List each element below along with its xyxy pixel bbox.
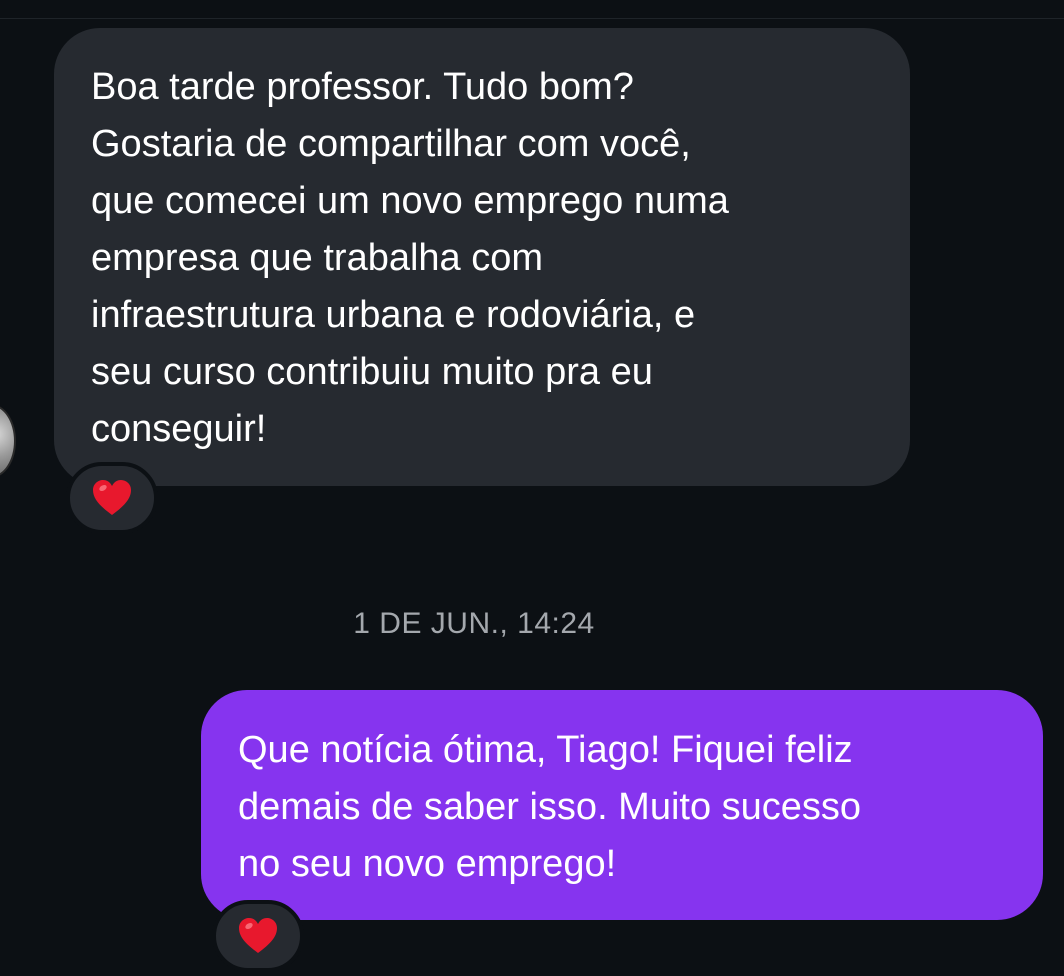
received-message-reaction[interactable] bbox=[66, 462, 158, 534]
sender-avatar[interactable] bbox=[0, 404, 16, 478]
sent-message-bubble[interactable]: Que notícia ótima, Tiago! Fiquei feliz d… bbox=[201, 690, 1043, 920]
message-timestamp: 1 DE JUN., 14:24 bbox=[353, 607, 595, 640]
heart-icon bbox=[93, 480, 131, 515]
received-message-bubble[interactable]: Boa tarde professor. Tudo bom? Gostaria … bbox=[54, 28, 910, 486]
sent-message-reaction[interactable] bbox=[212, 900, 304, 972]
header-divider bbox=[0, 18, 1064, 19]
chat-thread: Boa tarde professor. Tudo bom? Gostaria … bbox=[0, 0, 1064, 976]
heart-icon bbox=[239, 918, 277, 953]
